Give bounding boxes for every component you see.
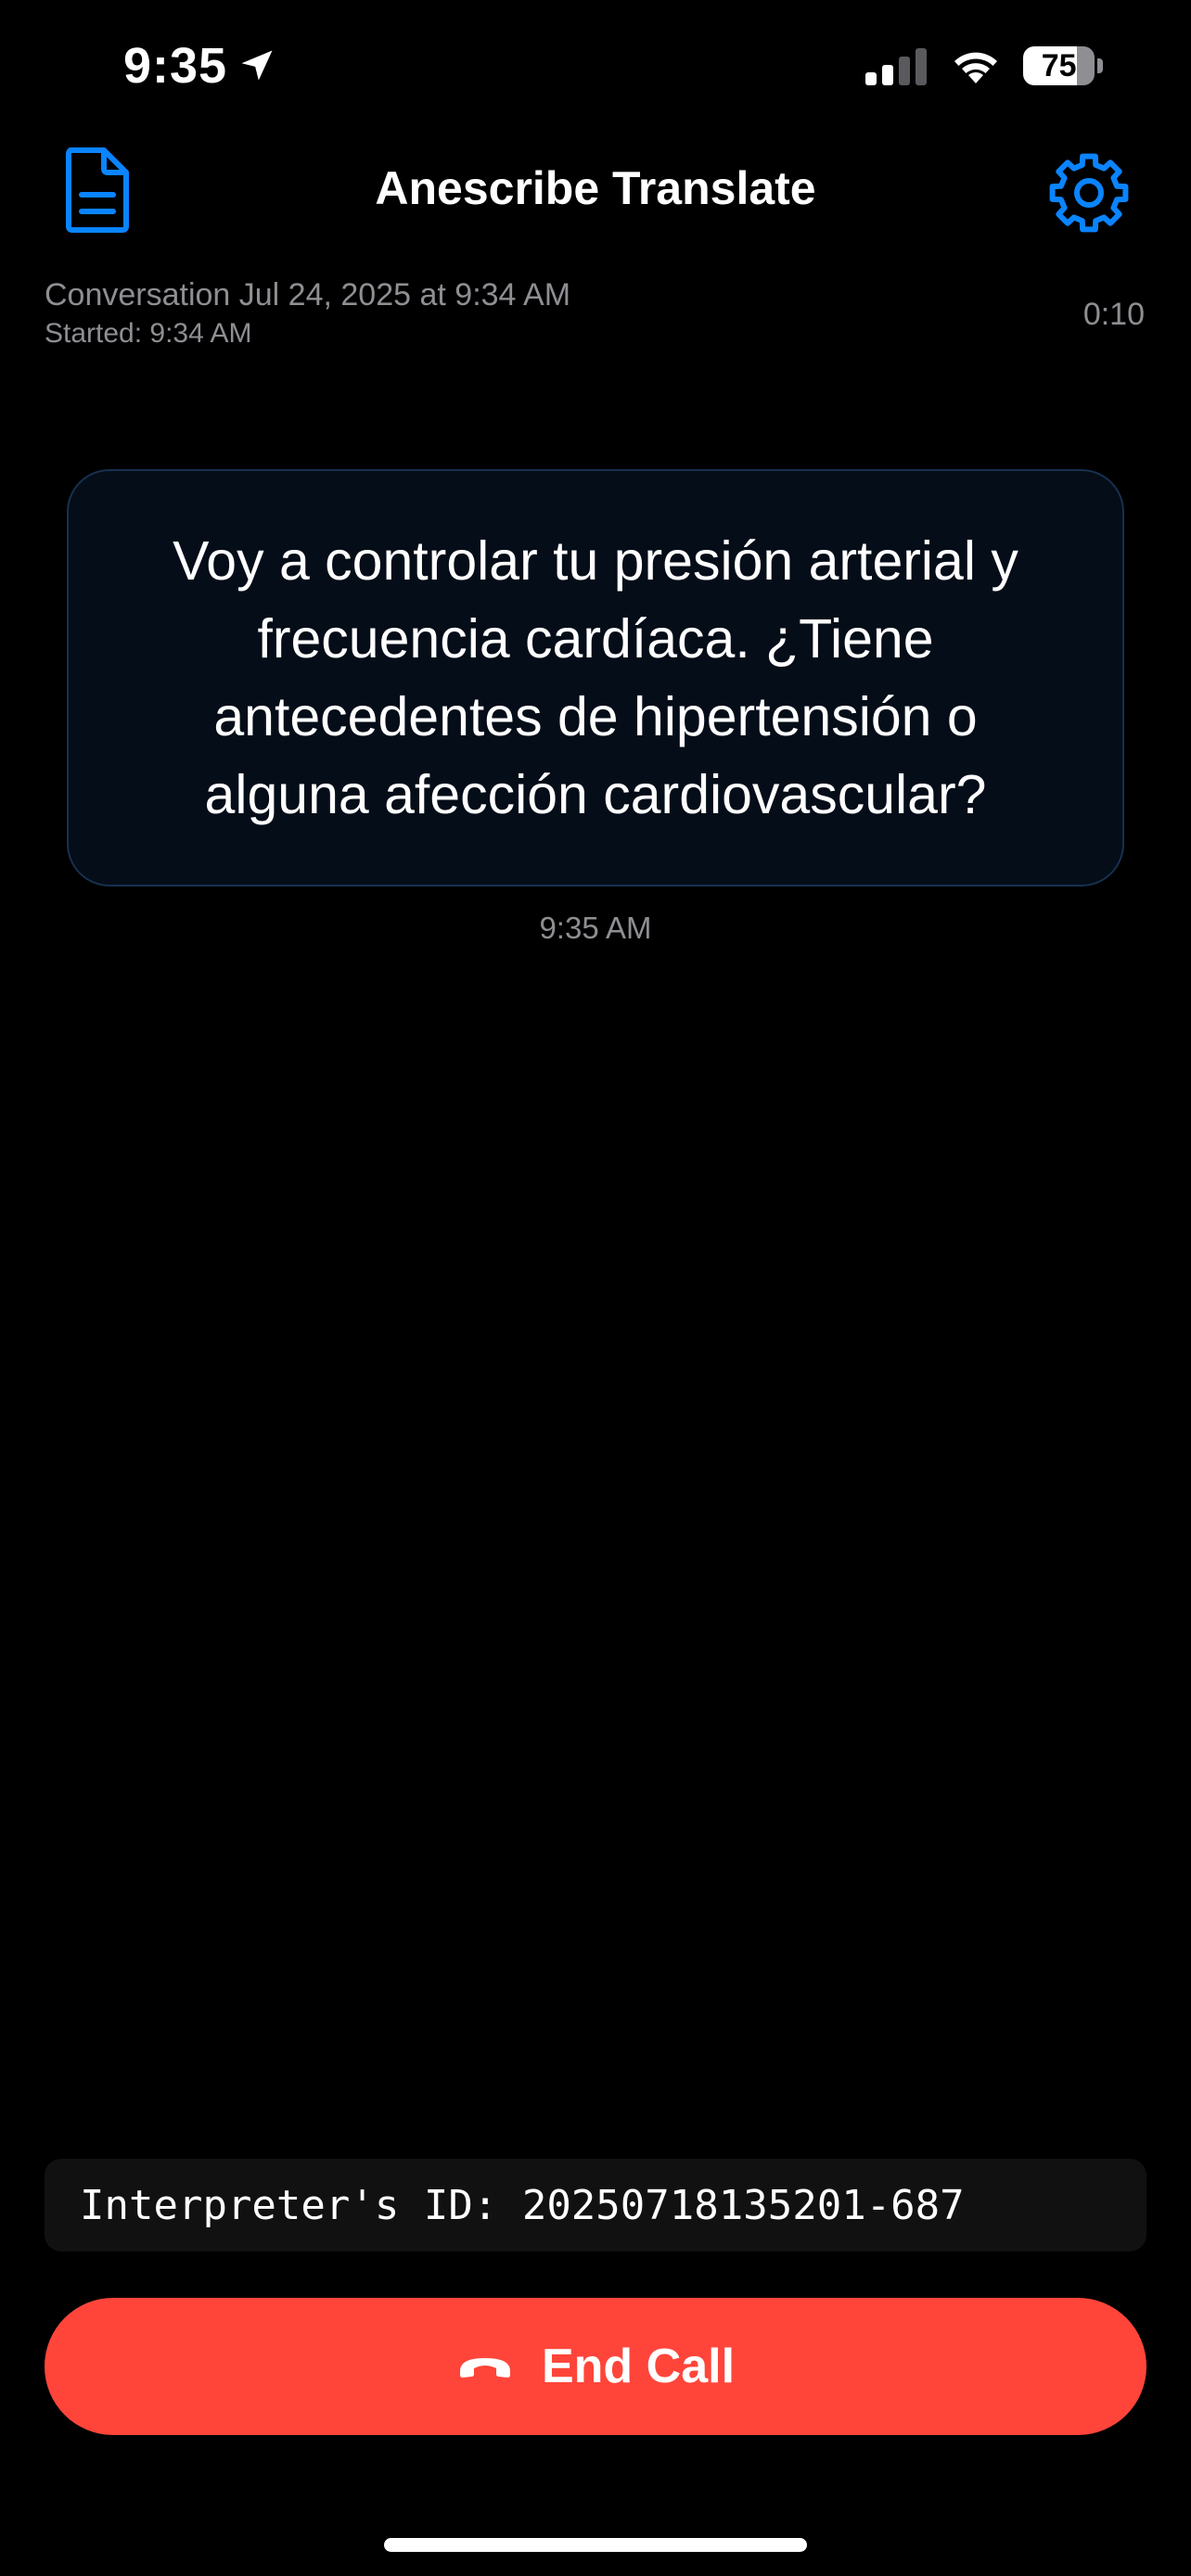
conversation-meta: Conversation Jul 24, 2025 at 9:34 AM Sta…: [45, 274, 570, 352]
battery-indicator: 75: [1023, 46, 1103, 85]
cellular-signal-icon: [865, 48, 927, 85]
app-header: Anescribe Translate: [0, 139, 1191, 250]
wifi-icon: [954, 52, 997, 83]
status-time-text: 9:35: [123, 38, 228, 94]
gear-icon: [1049, 153, 1129, 233]
interpreter-id-text: Interpreter's ID: 20250718135201-687: [80, 2181, 965, 2229]
message-timestamp: 9:35 AM: [539, 911, 652, 945]
elapsed-timer: 0:10: [1082, 297, 1145, 332]
home-indicator: [384, 2538, 807, 2552]
status-time: 9:35: [123, 37, 277, 95]
page-title: Anescribe Translate: [375, 162, 816, 214]
message-bubble: Voy a controlar tu presión arterial y fr…: [67, 469, 1124, 886]
status-bar: 9:35 75: [0, 0, 1191, 139]
location-arrow-icon: [241, 50, 273, 81]
end-call-label: End Call: [541, 2340, 736, 2393]
conversation-started: Started: 9:34 AM: [45, 318, 252, 349]
interpreter-id: Interpreter's ID: 20250718135201-687: [45, 2159, 1146, 2251]
conversation-title: Conversation Jul 24, 2025 at 9:34 AM: [45, 277, 571, 312]
end-call-button[interactable]: End Call: [45, 2298, 1146, 2435]
battery-body: 75: [1023, 46, 1095, 85]
phone-hangup-icon: [459, 2358, 510, 2378]
battery-level: 75: [1041, 47, 1077, 83]
status-indicators: 75: [865, 46, 1103, 85]
message-text: Voy a controlar tu presión arterial y fr…: [173, 530, 1018, 825]
battery-cap: [1097, 58, 1103, 73]
settings-button[interactable]: [1043, 147, 1135, 239]
